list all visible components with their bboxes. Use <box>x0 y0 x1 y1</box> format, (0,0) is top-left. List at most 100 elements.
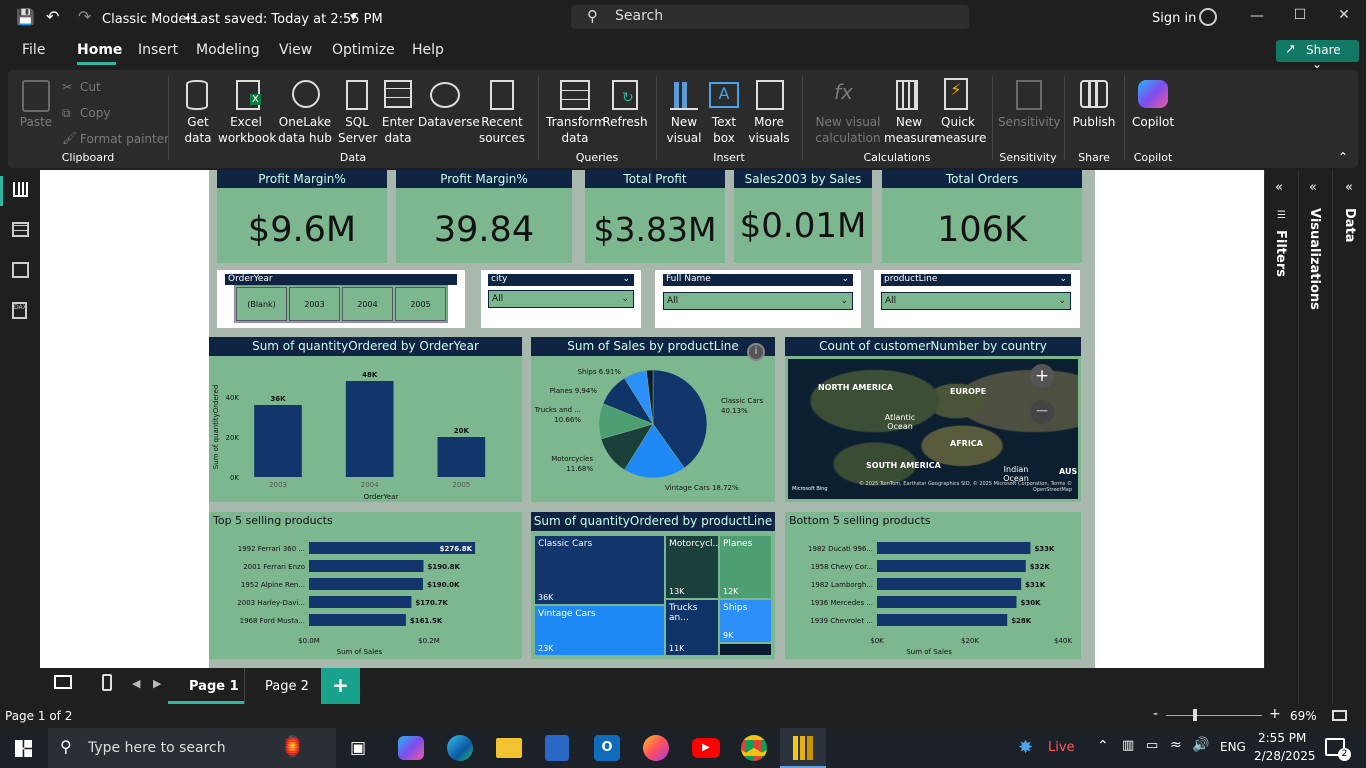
recent-sources-button[interactable]: Recent sources <box>474 114 530 146</box>
menu-home[interactable]: Home <box>77 42 122 58</box>
dataverse-button[interactable]: Dataverse <box>418 114 480 130</box>
add-page-button[interactable]: + <box>321 668 360 704</box>
wifi-icon[interactable]: ≈ <box>1170 737 1182 753</box>
zoom-out-icon[interactable]: - <box>1153 706 1158 722</box>
menu-file[interactable]: File <box>22 42 45 58</box>
new-visual-button[interactable]: New visual <box>664 114 704 146</box>
paste-button[interactable]: Paste <box>18 114 54 130</box>
top5-products-chart[interactable]: Top 5 selling products 1992 Ferrari 360 … <box>209 512 522 659</box>
menu-modeling[interactable]: Modeling <box>196 42 260 58</box>
treemap-cell[interactable] <box>719 643 772 656</box>
chevron-up-icon[interactable]: ⌃ <box>1097 738 1109 754</box>
zoom-slider-track[interactable] <box>1166 715 1262 716</box>
slicer-button[interactable]: 2005 <box>395 287 446 321</box>
menu-view[interactable]: View <box>279 42 312 58</box>
kpi-card[interactable]: Total Orders 106K <box>882 170 1082 263</box>
battery-icon[interactable]: ▭ <box>1146 738 1158 753</box>
new-visual-calculation-button[interactable]: New visual calculation <box>812 114 884 146</box>
menu-optimize[interactable]: Optimize <box>332 42 395 58</box>
bottom5-products-chart[interactable]: Bottom 5 selling products 1982 Ducati 99… <box>785 512 1081 659</box>
outlook-icon[interactable]: O <box>594 735 620 761</box>
firefox-icon[interactable] <box>643 735 669 761</box>
collapse-icon[interactable]: « <box>1345 180 1353 195</box>
collapse-icon[interactable]: « <box>1309 180 1317 195</box>
kpi-card[interactable]: Profit Margin% 39.84 <box>396 170 572 263</box>
live-label[interactable]: Live <box>1048 740 1075 755</box>
mobile-layout-icon[interactable] <box>102 674 112 691</box>
taskbar-search[interactable]: ⚲ Type here to search 🏮 <box>48 728 336 768</box>
transform-data-button[interactable]: Transform data <box>546 114 606 146</box>
treemap-cell[interactable]: Planes 12K <box>719 535 772 599</box>
store-icon[interactable] <box>545 735 569 761</box>
copy-button[interactable]: Copy <box>80 105 110 121</box>
enter-data-button[interactable]: Enter data <box>380 114 416 146</box>
slicer-button[interactable]: 2003 <box>289 287 340 321</box>
treemap-cell[interactable]: Classic Cars 36K <box>534 535 665 605</box>
map-canvas[interactable]: NORTH AMERICA EUROPE Atlantic Ocean AFRI… <box>788 359 1078 499</box>
sales-by-productline-chart[interactable]: Sum of Sales by productLine i Classic Ca… <box>531 337 775 502</box>
customer-map[interactable]: Count of customerNumber by country NORTH… <box>785 337 1081 502</box>
kpi-card[interactable]: Sales2003 by Sales $0.01M <box>734 170 872 263</box>
close-icon[interactable]: ✕ <box>1324 7 1364 23</box>
refresh-button[interactable]: Refresh <box>602 114 648 130</box>
prev-page-icon[interactable]: ◀ <box>132 677 140 690</box>
treemap-cell[interactable]: Motorcycl... 13K <box>665 535 721 599</box>
excel-workbook-button[interactable]: Excel workbook <box>218 114 276 146</box>
collapse-icon[interactable]: « <box>1275 180 1283 195</box>
treemap-cell[interactable]: Ships 9K <box>719 599 772 643</box>
powerbi-taskbar-active[interactable] <box>780 728 826 768</box>
kpi-card[interactable]: Profit Margin% $9.6M <box>217 170 387 263</box>
desktop-layout-icon[interactable] <box>54 675 72 689</box>
copilot-button[interactable]: Copilot <box>1130 114 1176 130</box>
collapse-ribbon-icon[interactable]: ⌃ <box>1338 150 1348 164</box>
cut-button[interactable]: Cut <box>80 79 101 95</box>
sql-server-button[interactable]: SQL Server <box>338 114 377 146</box>
quick-measure-button[interactable]: Quick measure <box>934 114 986 146</box>
zoom-slider-thumb[interactable] <box>1193 709 1197 721</box>
search-box[interactable]: ⚲ Search <box>571 5 969 29</box>
volume-icon[interactable]: 🔊 <box>1192 737 1209 753</box>
text-box-button[interactable]: Text box <box>704 114 744 146</box>
fit-to-page-icon[interactable] <box>1332 710 1347 721</box>
dax-query-view-icon[interactable]: DAX <box>12 302 27 319</box>
zoom-in-icon[interactable]: + <box>1269 706 1281 722</box>
task-view-icon[interactable]: ▣ <box>350 738 366 758</box>
chrome-icon[interactable] <box>741 735 767 761</box>
slicer-button[interactable]: 2004 <box>342 287 393 321</box>
new-measure-button[interactable]: New measure <box>884 114 936 146</box>
format-painter-button[interactable]: Format painter <box>80 131 169 147</box>
undo-icon[interactable]: ↶ <box>46 7 59 26</box>
redo-icon[interactable]: ↷ <box>78 7 91 26</box>
sensitivity-button[interactable]: Sensitivity <box>998 114 1060 130</box>
file-explorer-icon[interactable] <box>496 738 522 758</box>
sign-in-link[interactable]: Sign in <box>1152 11 1196 26</box>
kpi-card[interactable]: Total Profit $3.83M <box>585 170 725 263</box>
meet-icon[interactable]: ▥ <box>1122 738 1134 753</box>
chevron-down-icon[interactable]: ▾ <box>350 10 357 25</box>
get-data-button[interactable]: Get data <box>176 114 220 146</box>
clock-date[interactable]: 2/28/2025 <box>1254 749 1316 763</box>
data-pane[interactable]: « Data <box>1332 170 1366 706</box>
save-icon[interactable]: 💾 <box>16 8 35 26</box>
report-view-icon[interactable] <box>13 182 28 197</box>
youtube-icon[interactable]: ▶ <box>692 738 720 758</box>
more-visuals-button[interactable]: More visuals <box>742 114 796 146</box>
onelake-data-hub-button[interactable]: OneLake data hub <box>274 114 336 146</box>
model-view-icon[interactable] <box>12 262 29 278</box>
visualizations-pane[interactable]: « Visualizations <box>1298 170 1331 706</box>
avatar-icon[interactable] <box>1199 8 1217 26</box>
maximize-icon[interactable]: ☐ <box>1280 7 1320 23</box>
edge-icon[interactable] <box>447 735 473 761</box>
table-view-icon[interactable] <box>12 222 29 237</box>
share-button[interactable]: ↗ Share ⌄ <box>1276 40 1359 71</box>
menu-insert[interactable]: Insert <box>138 42 178 58</box>
windows-start-icon[interactable] <box>15 740 32 757</box>
menu-help[interactable]: Help <box>412 42 444 58</box>
language-indicator[interactable]: ENG <box>1220 740 1246 754</box>
zoom-out-icon[interactable]: − <box>1030 400 1054 424</box>
publish-button[interactable]: Publish <box>1072 114 1116 130</box>
fullname-dropdown[interactable]: All ⌄ <box>663 292 853 310</box>
zoom-in-icon[interactable]: + <box>1030 364 1054 388</box>
treemap-cell[interactable]: Trucks an... 11K <box>665 599 719 656</box>
treemap-chart[interactable]: Sum of quantityOrdered by productLine Cl… <box>531 512 775 659</box>
